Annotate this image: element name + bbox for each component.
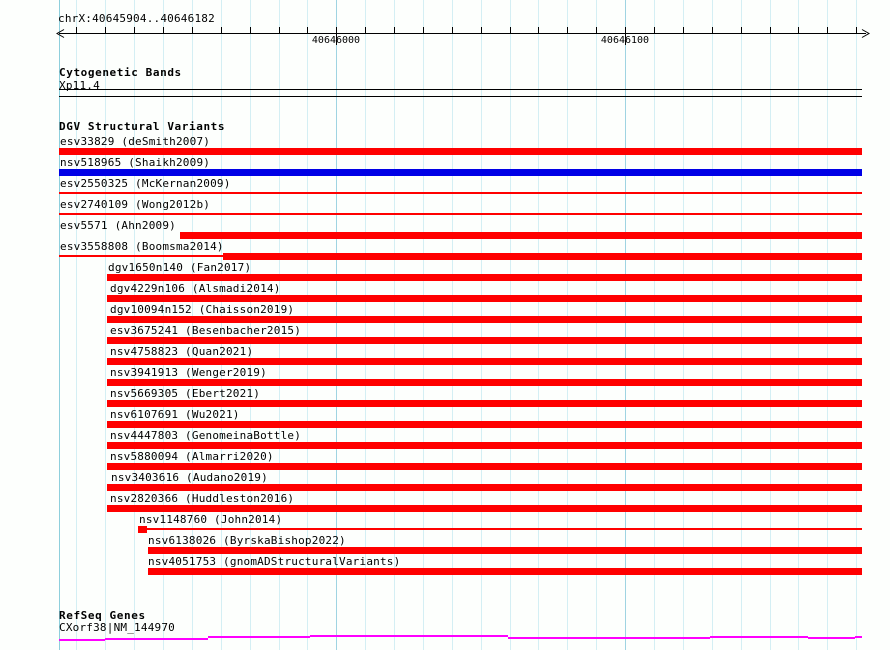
ruler-left-arrow-icon <box>56 29 65 38</box>
ruler-right-arrow-icon <box>861 29 870 38</box>
ruler-minor-tick <box>105 27 106 33</box>
ruler-minor-tick <box>452 27 453 33</box>
variant-label[interactable]: dgv1650n140 (Fan2017) <box>108 262 251 273</box>
gene-line-segment <box>105 638 208 640</box>
variant-label[interactable]: esv2740109 (Wong2012b) <box>60 199 210 210</box>
ruler-minor-tick <box>192 27 193 33</box>
variant-label[interactable]: nsv518965 (Shaikh2009) <box>60 157 210 168</box>
gene-line-segment <box>208 636 310 638</box>
ruler-minor-tick <box>307 27 308 33</box>
variant-bar-segment[interactable] <box>59 148 862 155</box>
gene-line-segment <box>447 635 508 637</box>
variant-label[interactable]: esv33829 (deSmith2007) <box>60 136 210 147</box>
variant-bar-segment[interactable] <box>107 463 862 470</box>
variant-bar-segment[interactable] <box>223 253 862 260</box>
gene-line-segment <box>610 637 710 639</box>
variant-label[interactable]: esv2550325 (McKernan2009) <box>60 178 231 189</box>
ruler-minor-tick <box>654 27 655 33</box>
variant-bar-segment[interactable] <box>107 295 862 302</box>
gene-line-segment <box>855 636 862 638</box>
ruler-minor-tick <box>856 27 857 33</box>
grid-line <box>105 0 106 650</box>
variant-label[interactable]: dgv4229n106 (Alsmadi2014) <box>110 283 281 294</box>
variant-bar-segment[interactable] <box>147 528 862 530</box>
cytoband-track-title: Cytogenetic Bands <box>59 67 182 78</box>
variant-bar-segment[interactable] <box>138 526 147 533</box>
variant-label[interactable]: esv5571 (Ahn2009) <box>60 220 176 231</box>
variant-bar-segment[interactable] <box>107 484 862 491</box>
ruler-minor-tick <box>712 27 713 33</box>
variant-label[interactable]: esv3675241 (Besenbacher2015) <box>110 325 301 336</box>
ruler-minor-tick <box>510 27 511 33</box>
variant-label[interactable]: nsv6107691 (Wu2021) <box>110 409 240 420</box>
variant-bar-segment[interactable] <box>107 337 862 344</box>
variant-label[interactable]: esv3558808 (Boomsma2014) <box>60 241 224 252</box>
grid-edge-line <box>59 0 60 650</box>
variant-label[interactable]: nsv4758823 (Quan2021) <box>110 346 253 357</box>
ruler-tick-label: 40646100 <box>598 36 652 46</box>
ruler-minor-tick <box>423 27 424 33</box>
variant-bar-segment[interactable] <box>59 255 223 257</box>
ruler-minor-tick <box>481 27 482 33</box>
grid-line <box>76 0 77 650</box>
variant-bar-segment[interactable] <box>59 169 862 176</box>
gene-line-segment <box>808 637 855 639</box>
variant-label[interactable]: dgv10094n152 (Chaisson2019) <box>110 304 294 315</box>
ruler-minor-tick <box>538 27 539 33</box>
ruler-minor-tick <box>76 27 77 33</box>
variant-bar-segment[interactable] <box>59 213 862 215</box>
ruler-minor-tick <box>770 27 771 33</box>
refseq-gene-label[interactable]: CXorf38|NM_144970 <box>59 622 175 633</box>
variant-bar-segment[interactable] <box>107 358 862 365</box>
ruler-minor-tick <box>596 27 597 33</box>
ruler-minor-tick <box>827 27 828 33</box>
variant-label[interactable]: nsv1148760 (John2014) <box>139 514 282 525</box>
dgv-track-title: DGV Structural Variants <box>59 121 225 132</box>
gene-line-segment <box>508 637 610 639</box>
gene-line-segment <box>310 635 447 637</box>
ruler-minor-tick <box>394 27 395 33</box>
ruler-minor-tick <box>365 27 366 33</box>
ruler-minor-tick <box>279 27 280 33</box>
refseq-track-title: RefSeq Genes <box>59 610 146 621</box>
variant-bar-segment[interactable] <box>107 274 862 281</box>
ruler-minor-tick <box>163 27 164 33</box>
gene-line-segment <box>59 639 105 641</box>
variant-bar-segment[interactable] <box>148 547 862 554</box>
variant-bar-segment[interactable] <box>59 192 862 194</box>
ruler-minor-tick <box>683 27 684 33</box>
ruler-minor-tick <box>567 27 568 33</box>
gene-line-segment <box>710 636 808 638</box>
cytoband-band <box>59 89 862 97</box>
ruler-minor-tick <box>134 27 135 33</box>
variant-label[interactable]: nsv5880094 (Almarri2020) <box>110 451 274 462</box>
variant-label[interactable]: nsv3941913 (Wenger2019) <box>110 367 267 378</box>
variant-label[interactable]: nsv4447803 (GenomeinaBottle) <box>110 430 301 441</box>
variant-bar-segment[interactable] <box>107 505 862 512</box>
genome-browser-panel: chrX:40645904..40646182 40646000 40646100… <box>0 0 890 650</box>
variant-bar-segment[interactable] <box>107 316 862 323</box>
variant-bar-segment[interactable] <box>107 400 862 407</box>
variant-label[interactable]: nsv5669305 (Ebert2021) <box>110 388 260 399</box>
variant-label[interactable]: nsv3403616 (Audano2019) <box>111 472 268 483</box>
variant-bar-segment[interactable] <box>107 379 862 386</box>
variant-label[interactable]: nsv4051753 (gnomADStructuralVariants) <box>148 556 400 567</box>
variant-bar-segment[interactable] <box>107 421 862 428</box>
ruler-minor-tick <box>221 27 222 33</box>
variant-bar-segment[interactable] <box>107 442 862 449</box>
variant-label[interactable]: nsv2820366 (Huddleston2016) <box>110 493 294 504</box>
ruler-minor-tick <box>798 27 799 33</box>
region-coordinates: chrX:40645904..40646182 <box>58 13 215 24</box>
ruler-line <box>59 33 866 34</box>
variant-bar-segment[interactable] <box>148 568 862 575</box>
ruler-minor-tick <box>250 27 251 33</box>
ruler-tick-label: 40646000 <box>309 36 363 46</box>
variant-bar-segment[interactable] <box>180 232 862 239</box>
ruler-minor-tick <box>741 27 742 33</box>
variant-label[interactable]: nsv6138026 (ByrskaBishop2022) <box>148 535 346 546</box>
